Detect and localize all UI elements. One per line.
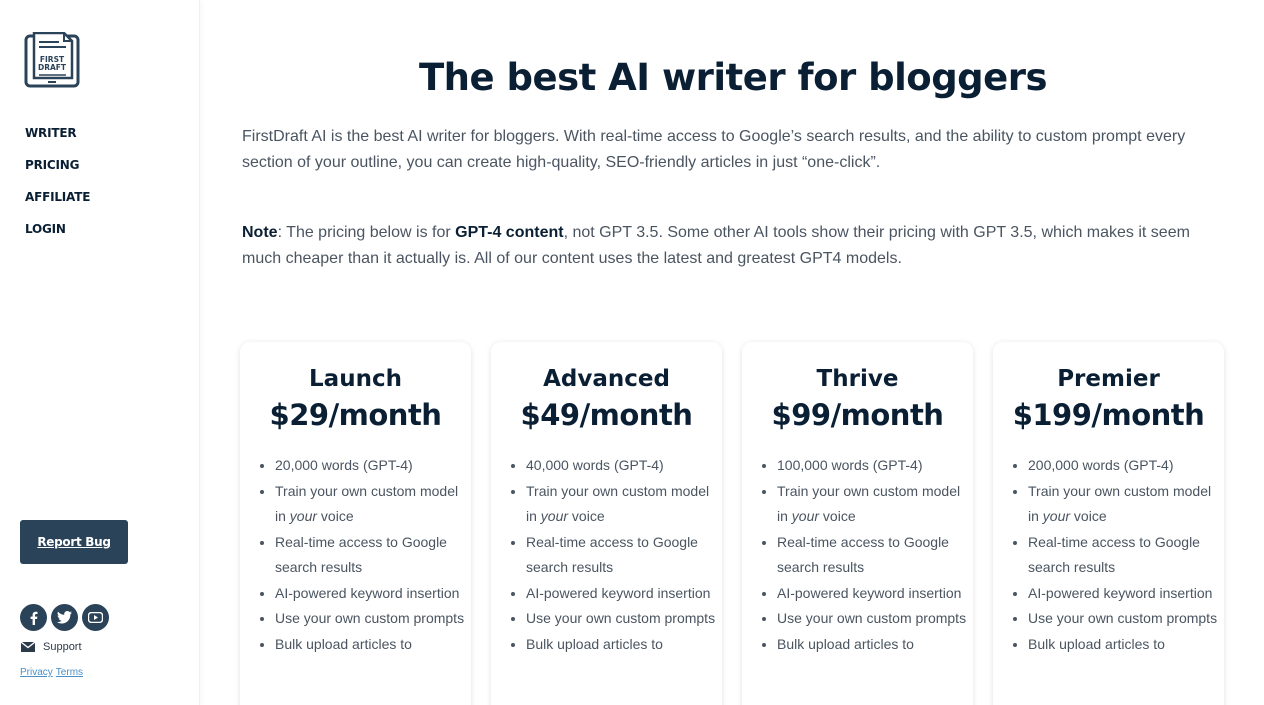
nav-link-login[interactable]: LOGIN [25,222,66,236]
feature-train-em: your [1042,508,1071,524]
note-gpt4-bold: GPT-4 content [455,224,564,241]
feature-google: Real-time access to Google search result… [275,530,465,581]
plan-card-premier: Premier $199/month 200,000 words (GPT-4)… [993,342,1224,705]
feature-train: Train your own custom model in your voic… [1028,479,1218,530]
feature-train-text-2: voice [568,508,605,524]
feature-google: Real-time access to Google search result… [1028,530,1218,581]
feature-bulk: Bulk upload articles to [526,632,716,658]
plan-name: Advanced [543,366,670,392]
youtube-icon [88,612,103,623]
feature-keyword: AI-powered keyword insertion [777,581,967,607]
nav-item-writer: WRITER [25,124,90,156]
feature-words: 40,000 words (GPT-4) [526,453,716,479]
nav-link-writer[interactable]: WRITER [25,126,77,140]
note-label: Note [242,224,278,241]
youtube-link[interactable] [82,604,109,631]
feature-bulk: Bulk upload articles to [275,632,465,658]
nav-link-pricing[interactable]: PRICING [25,158,79,172]
feature-train-text-2: voice [819,508,856,524]
feature-prompts: Use your own custom prompts [1028,606,1218,632]
privacy-link[interactable]: Privacy [20,667,53,678]
plan-price: $199/month [1012,398,1205,432]
nav-item-pricing: PRICING [25,156,90,188]
sidebar-nav: WRITER PRICING AFFILIATE LOGIN [25,124,90,252]
feature-bulk: Bulk upload articles to [777,632,967,658]
twitter-link[interactable] [51,604,78,631]
feature-words: 200,000 words (GPT-4) [1028,453,1218,479]
feature-train-em: your [289,508,318,524]
twitter-icon [57,611,72,624]
feature-train-em: your [540,508,569,524]
feature-keyword: AI-powered keyword insertion [275,581,465,607]
feature-prompts: Use your own custom prompts [777,606,967,632]
plan-features: 40,000 words (GPT-4) Train your own cust… [526,453,716,657]
firstdraft-logo[interactable]: FIRST DRAFT [24,31,80,90]
feature-train-text-2: voice [317,508,354,524]
feature-google: Real-time access to Google search result… [777,530,967,581]
plan-card-advanced: Advanced $49/month 40,000 words (GPT-4) … [491,342,722,705]
feature-words: 20,000 words (GPT-4) [275,453,465,479]
feature-bulk: Bulk upload articles to [1028,632,1218,658]
feature-words: 100,000 words (GPT-4) [777,453,967,479]
feature-train-em: your [791,508,820,524]
plan-card-thrive: Thrive $99/month 100,000 words (GPT-4) T… [742,342,973,705]
legal-links: Privacy Terms [20,667,86,678]
nav-item-login: LOGIN [25,220,90,252]
terms-link[interactable]: Terms [56,667,83,678]
feature-keyword: AI-powered keyword insertion [1028,581,1218,607]
plan-features: 100,000 words (GPT-4) Train your own cus… [777,453,967,657]
logo-text-line-2: DRAFT [38,63,67,72]
facebook-link[interactable] [20,604,47,631]
plan-price: $29/month [269,398,442,432]
note-paragraph: Note: The pricing below is for GPT-4 con… [242,220,1202,272]
support-label: Support [43,641,82,653]
social-links [20,604,109,631]
plan-name: Launch [309,366,402,392]
plan-name: Premier [1057,366,1160,392]
plan-features: 20,000 words (GPT-4) Train your own cust… [275,453,465,657]
nav-item-affiliate: AFFILIATE [25,188,90,220]
report-bug-button[interactable]: Report Bug [20,520,128,564]
feature-keyword: AI-powered keyword insertion [526,581,716,607]
plan-name: Thrive [816,366,899,392]
feature-train-text-2: voice [1070,508,1107,524]
mail-icon [21,642,35,652]
feature-prompts: Use your own custom prompts [275,606,465,632]
page-title: The best AI writer for bloggers [418,56,1048,99]
sidebar: FIRST DRAFT WRITER PRICING AFFILIATE LOG… [0,0,200,705]
nav-link-affiliate[interactable]: AFFILIATE [25,190,90,204]
facebook-icon [30,611,37,625]
note-text-1: : The pricing below is for [277,224,456,241]
plan-price: $99/month [771,398,944,432]
feature-google: Real-time access to Google search result… [526,530,716,581]
feature-prompts: Use your own custom prompts [526,606,716,632]
intro-paragraph: FirstDraft AI is the best AI writer for … [242,128,1186,171]
support-link[interactable]: Support [21,641,82,653]
feature-train: Train your own custom model in your voic… [526,479,716,530]
plan-card-launch: Launch $29/month 20,000 words (GPT-4) Tr… [240,342,471,705]
plan-price: $49/month [520,398,693,432]
feature-train: Train your own custom model in your voic… [777,479,967,530]
plan-features: 200,000 words (GPT-4) Train your own cus… [1028,453,1218,657]
feature-train: Train your own custom model in your voic… [275,479,465,530]
